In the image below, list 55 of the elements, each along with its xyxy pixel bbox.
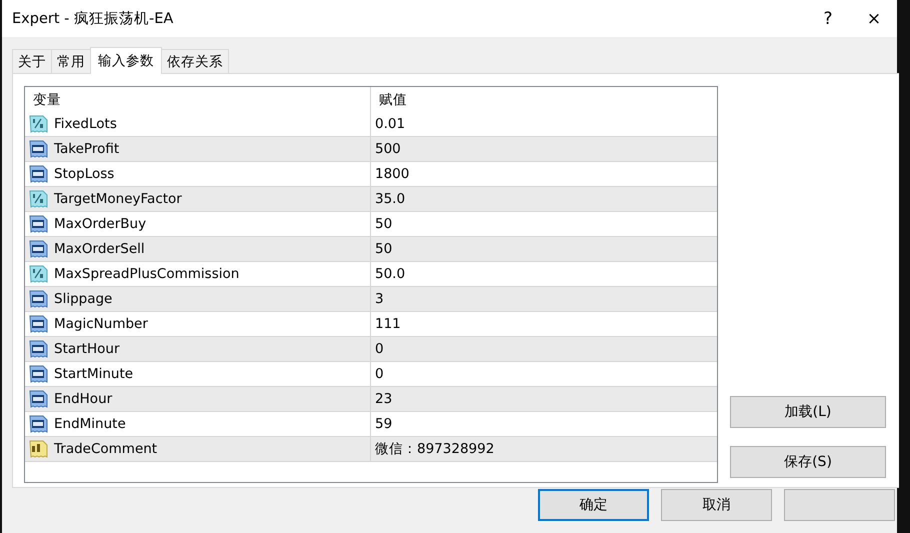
tab[interactable]: 依存关系 xyxy=(161,49,229,73)
variable-name: MaxOrderBuy xyxy=(54,216,146,232)
fraction-icon xyxy=(29,114,49,134)
dialog-button[interactable] xyxy=(784,489,895,521)
value-cell[interactable]: 0.01 xyxy=(375,116,406,132)
value-cell[interactable]: 111 xyxy=(375,316,401,332)
variable-name: FixedLots xyxy=(54,116,117,132)
number-icon xyxy=(29,389,49,409)
value-cell[interactable]: 59 xyxy=(375,416,392,432)
fraction-icon xyxy=(29,189,49,209)
value-cell[interactable]: 50 xyxy=(375,216,392,232)
value-cell[interactable]: 50.0 xyxy=(375,266,406,282)
variable-name: MaxSpreadPlusCommission xyxy=(54,266,240,282)
variable-name: MagicNumber xyxy=(54,316,148,332)
variable-name: MaxOrderSell xyxy=(54,241,145,257)
variable-name: EndHour xyxy=(54,391,112,407)
variable-name: StartHour xyxy=(54,341,120,357)
dialog-button[interactable]: 保存(S) xyxy=(730,446,886,478)
value-cell[interactable]: 0 xyxy=(375,341,384,357)
close-button[interactable]: × xyxy=(851,8,897,28)
dialog-button[interactable]: 取消 xyxy=(661,489,772,521)
dialog-button[interactable]: 加载(L) xyxy=(730,396,886,428)
value-cell[interactable]: 35.0 xyxy=(375,191,406,207)
variable-name: EndMinute xyxy=(54,416,126,432)
value-cell[interactable]: 微信：897328992 xyxy=(375,440,494,458)
variable-name: StartMinute xyxy=(54,366,134,382)
number-icon xyxy=(29,314,49,334)
window-title: Expert - 疯狂振荡机-EA xyxy=(12,10,174,28)
number-icon xyxy=(29,164,49,184)
value-cell[interactable]: 23 xyxy=(375,391,392,407)
number-icon xyxy=(29,214,49,234)
variable-name: TargetMoneyFactor xyxy=(54,191,182,207)
number-icon xyxy=(29,339,49,359)
column-header[interactable]: 赋值 xyxy=(379,90,407,108)
number-icon xyxy=(29,364,49,384)
value-cell[interactable]: 3 xyxy=(375,291,384,307)
number-icon xyxy=(29,239,49,259)
value-cell[interactable]: 500 xyxy=(375,141,401,157)
variable-name: TradeComment xyxy=(54,441,158,457)
value-cell[interactable]: 0 xyxy=(375,366,384,382)
tab[interactable]: 输入参数 xyxy=(90,47,162,74)
number-icon xyxy=(29,289,49,309)
variable-name: Slippage xyxy=(54,291,112,307)
value-cell[interactable]: 1800 xyxy=(375,166,410,182)
variable-name: StopLoss xyxy=(54,166,114,182)
text-icon xyxy=(29,439,49,459)
column-header[interactable]: 变量 xyxy=(33,90,61,108)
value-cell[interactable]: 50 xyxy=(375,241,392,257)
help-button[interactable]: ? xyxy=(805,8,851,28)
fraction-icon xyxy=(29,264,49,284)
number-icon xyxy=(29,414,49,434)
variable-name: TakeProfit xyxy=(54,141,120,157)
number-icon xyxy=(29,139,49,159)
tab[interactable]: 关于 xyxy=(12,49,52,73)
dialog-button[interactable]: 确定 xyxy=(538,489,649,521)
